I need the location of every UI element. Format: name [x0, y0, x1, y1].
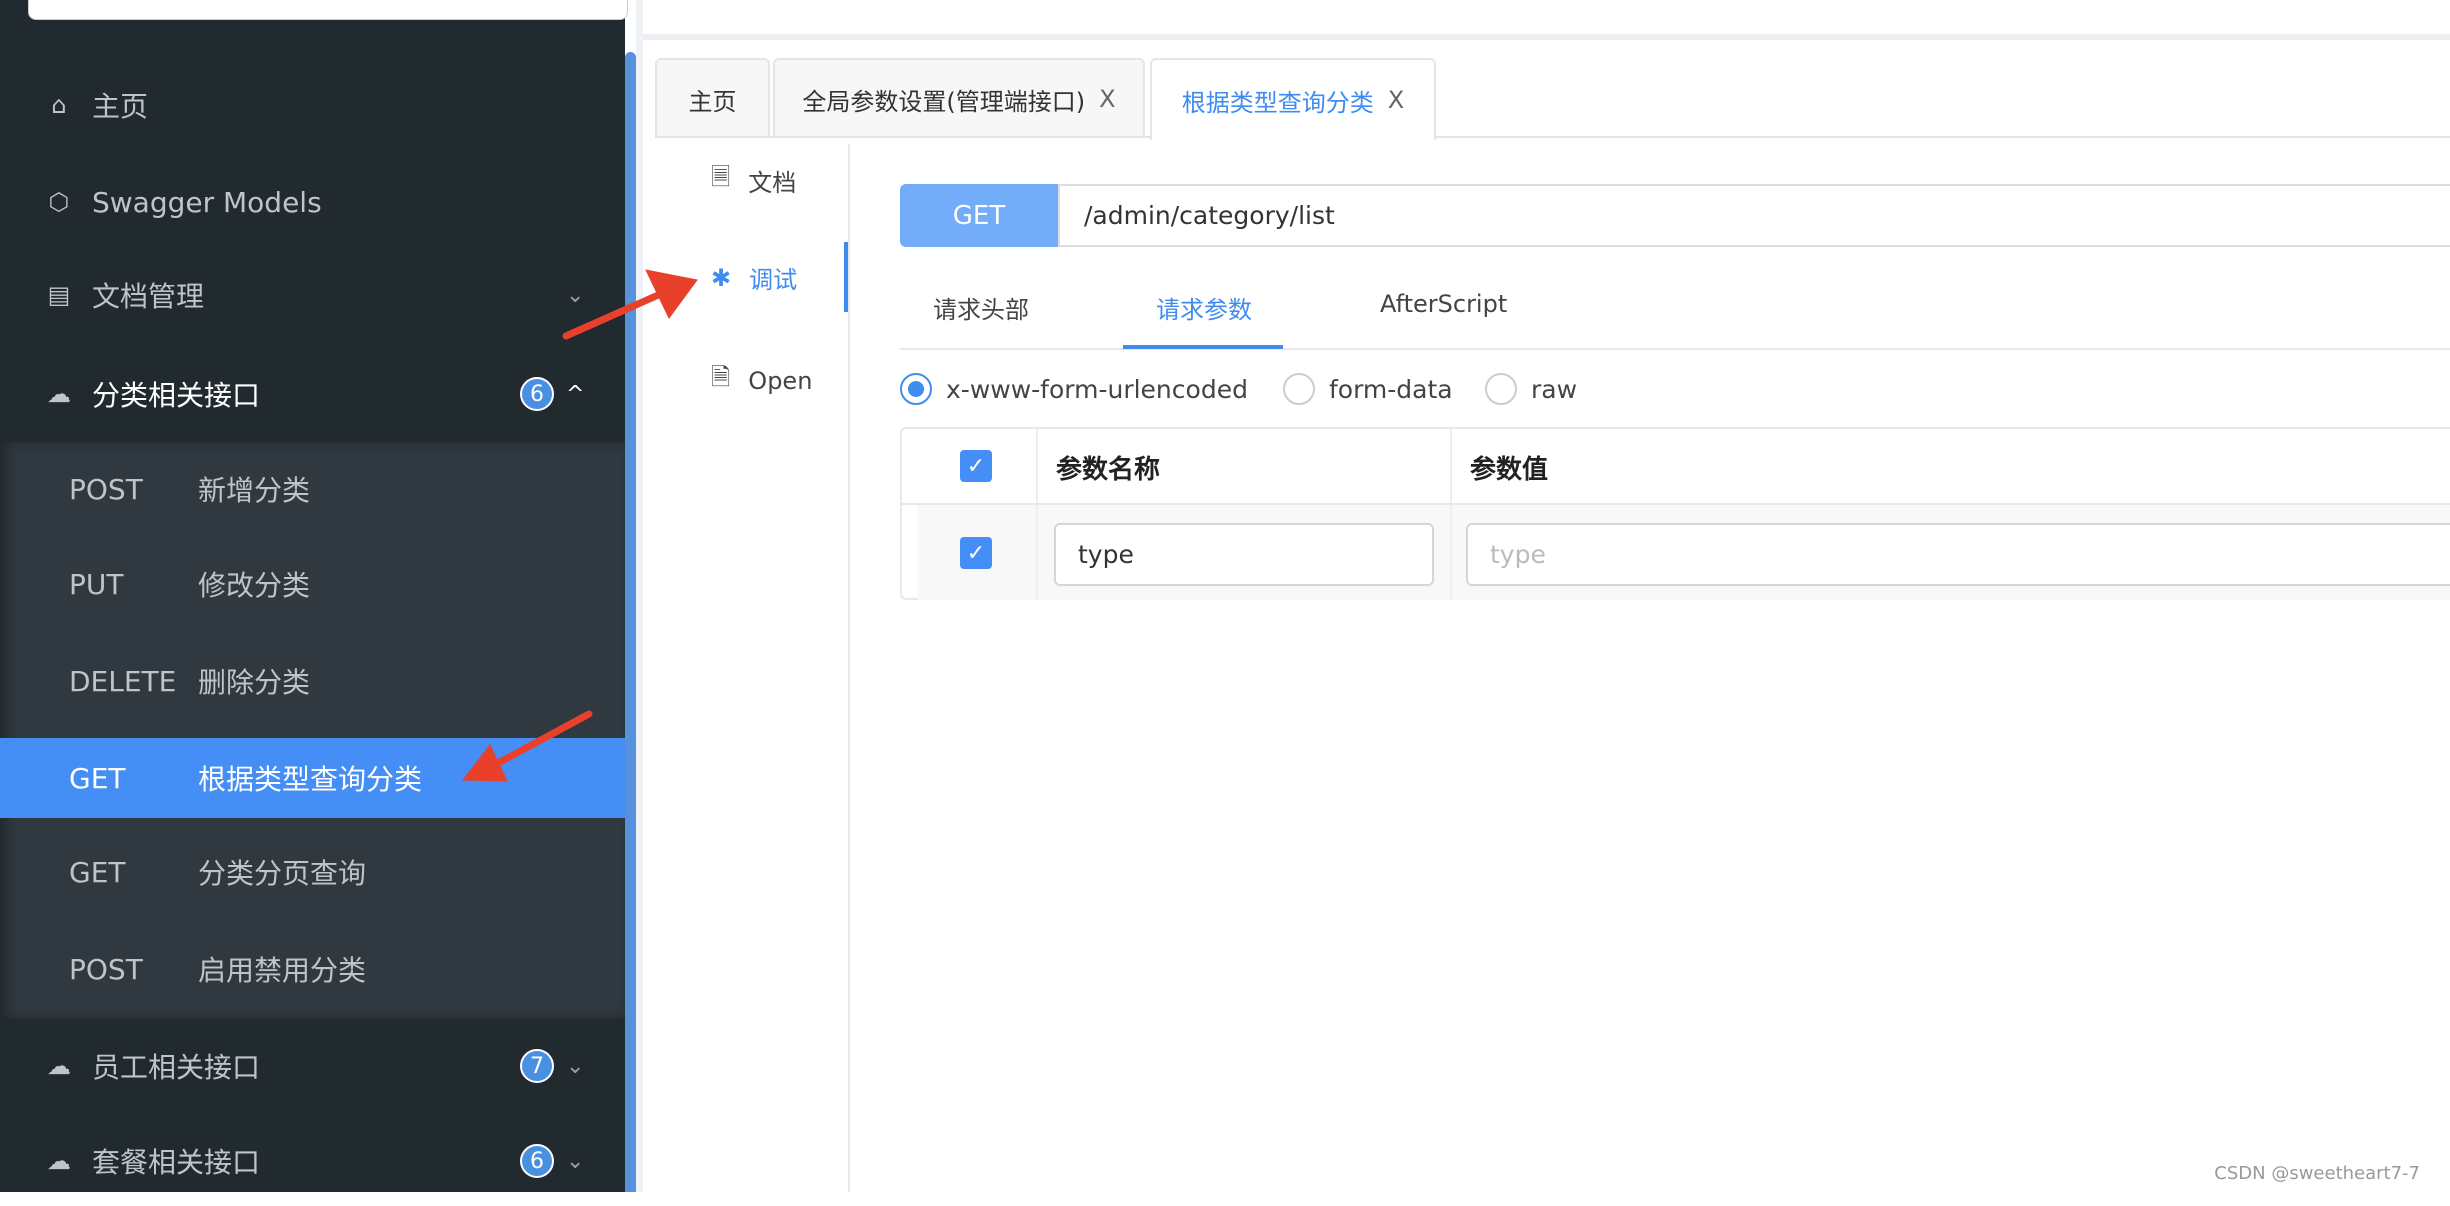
params-table: ✓ 参数名称 参数值 ✓ — [900, 427, 2450, 600]
bug-icon: ✱ — [711, 263, 732, 292]
tab-global-params[interactable]: 全局参数设置(管理端接口) X — [773, 58, 1145, 138]
sub-item-active[interactable]: GET 根据类型查询分类 — [0, 738, 625, 818]
sub-item[interactable]: POST 新增分类 — [0, 449, 625, 529]
sub-item[interactable]: PUT 修改分类 — [0, 544, 625, 624]
select-all-checkbox[interactable]: ✓ — [960, 450, 992, 482]
param-value-input[interactable] — [1466, 523, 2450, 586]
submenu: POST 新增分类 PUT 修改分类 DELETE 删除分类 GET 根据类型查询分类 … — [0, 442, 625, 1019]
radio[interactable] — [1485, 373, 1517, 405]
row-checkbox[interactable]: ✓ — [960, 537, 992, 569]
top-bar — [643, 0, 2450, 40]
sidebar-item-setmeal-api[interactable]: ☁ 套餐相关接口 6 ⌄ — [0, 1116, 625, 1206]
radio-form-data[interactable]: form-data — [1283, 373, 1453, 405]
sidebar: ⌂ 主页 ⬡ Swagger Models ▤ 文档管理 ⌄ ☁ 分类相关接口 … — [0, 0, 628, 1192]
sub-item[interactable]: DELETE 删除分类 — [0, 641, 625, 721]
count-badge: 7 — [520, 1049, 554, 1083]
sidebar-item-category-api[interactable]: ☁ 分类相关接口 6 ^ — [0, 349, 625, 439]
document-icon: 🗏 — [711, 163, 731, 191]
tab-divider — [655, 136, 2450, 138]
param-name-input[interactable] — [1054, 523, 1434, 586]
nav-debug[interactable]: ✱ 调试 — [711, 260, 797, 295]
nav-open[interactable]: 🗎 Open — [711, 360, 812, 401]
cloud-api-icon: ☁ — [47, 380, 71, 408]
cube-icon: ⬡ — [48, 188, 70, 216]
radio-urlencoded[interactable]: x-www-form-urlencoded — [900, 373, 1248, 405]
chevron-down-icon: ⌄ — [566, 1148, 585, 1174]
tab-query-category[interactable]: 根据类型查询分类 X — [1150, 58, 1436, 140]
sub-item[interactable]: GET 分类分页查询 — [0, 832, 625, 912]
chevron-up-icon: ^ — [566, 381, 585, 407]
radio-raw[interactable]: raw — [1485, 373, 1577, 405]
sidebar-scrollbar[interactable] — [625, 52, 636, 1192]
sidebar-item-employee-api[interactable]: ☁ 员工相关接口 7 ⌄ — [0, 1021, 625, 1111]
divider — [636, 0, 643, 1192]
sub-item[interactable]: POST 启用禁用分类 — [0, 929, 625, 1009]
watermark: CSDN @sweetheart7-7 — [2214, 1163, 2420, 1184]
method-badge: GET — [900, 184, 1058, 247]
radio[interactable] — [1283, 373, 1315, 405]
file-icon: 🗎 — [711, 363, 731, 391]
close-icon[interactable]: X — [1388, 86, 1404, 114]
count-badge: 6 — [520, 377, 554, 411]
sidebar-item-home[interactable]: ⌂ 主页 — [0, 60, 625, 150]
active-indicator — [844, 242, 848, 312]
close-icon[interactable]: X — [1099, 85, 1115, 113]
active-tab-indicator — [1123, 345, 1283, 349]
radio-selected[interactable] — [900, 373, 932, 405]
chevron-down-icon: ⌄ — [566, 282, 585, 308]
menu-search-input[interactable] — [28, 0, 628, 20]
column-header-value: 参数值 — [1470, 454, 1549, 485]
sidebar-item-swagger-models[interactable]: ⬡ Swagger Models — [0, 157, 625, 247]
column-header-name: 参数名称 — [1056, 454, 1161, 485]
chevron-down-icon: ⌄ — [566, 1053, 585, 1079]
tab-request-params[interactable]: 请求参数 — [1156, 290, 1252, 325]
cloud-api-icon: ☁ — [47, 1052, 71, 1080]
nav-doc[interactable]: 🗏 文档 — [711, 160, 796, 201]
url-field[interactable]: /admin/category/list — [1058, 184, 2450, 247]
tab-afterscript[interactable]: AfterScript — [1380, 290, 1507, 318]
tab-request-headers[interactable]: 请求头部 — [933, 290, 1029, 325]
doc-settings-icon: ▤ — [47, 281, 71, 309]
divider — [848, 144, 850, 1192]
home-icon: ⌂ — [51, 91, 67, 119]
count-badge: 6 — [520, 1144, 554, 1178]
cloud-api-icon: ☁ — [47, 1147, 71, 1175]
sidebar-item-doc-management[interactable]: ▤ 文档管理 ⌄ — [0, 250, 625, 340]
tab-home[interactable]: 主页 — [655, 58, 770, 138]
